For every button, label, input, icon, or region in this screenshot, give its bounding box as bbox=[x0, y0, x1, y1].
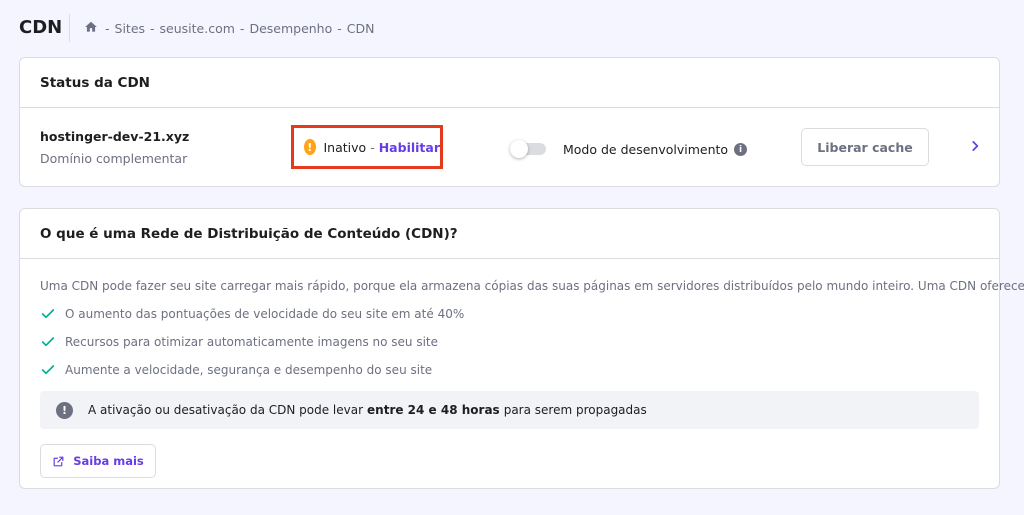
notice-duration: entre 24 e 48 horas bbox=[367, 403, 500, 417]
cdn-info-body: Uma CDN pode fazer seu site carregar mai… bbox=[20, 279, 1024, 478]
dev-mode-text: Modo de desenvolvimento bbox=[563, 142, 729, 157]
cdn-status-card: Status da CDN hostinger-dev-21.xyz Domín… bbox=[19, 57, 1000, 187]
benefit-text: Aumente a velocidade, segurança e desemp… bbox=[65, 363, 433, 377]
cdn-info-card: O que é uma Rede de Distribuição de Cont… bbox=[19, 208, 1024, 489]
notice-text-end: para serem propagadas bbox=[503, 403, 647, 417]
domain-name: hostinger-dev-21.xyz bbox=[40, 129, 190, 144]
list-item: O aumento das pontuações de velocidade d… bbox=[40, 300, 979, 328]
exclamation-icon: ! bbox=[56, 401, 73, 419]
cdn-status-indicator: ! Inativo - Habilitar bbox=[291, 125, 443, 169]
header-divider bbox=[69, 14, 70, 42]
breadcrumb-separator: - bbox=[150, 21, 155, 36]
learn-more-button[interactable]: Saiba mais bbox=[40, 444, 156, 478]
benefits-list: O aumento das pontuações de velocidade d… bbox=[40, 300, 979, 384]
list-item: Recursos para otimizar automaticamente i… bbox=[40, 328, 979, 356]
status-separator: - bbox=[370, 139, 375, 155]
breadcrumb-separator: - bbox=[105, 21, 110, 36]
breadcrumb-site[interactable]: seusite.com bbox=[160, 21, 235, 36]
enable-cdn-link[interactable]: Habilitar bbox=[379, 140, 440, 155]
cdn-status-title: Status da CDN bbox=[20, 58, 999, 108]
cdn-intro-text: Uma CDN pode fazer seu site carregar mai… bbox=[40, 279, 1024, 293]
home-icon[interactable] bbox=[84, 20, 100, 37]
dev-mode-toggle[interactable] bbox=[510, 140, 546, 158]
benefit-text: Recursos para otimizar automaticamente i… bbox=[65, 335, 439, 349]
breadcrumb-current: CDN bbox=[346, 21, 375, 36]
status-text: Inativo bbox=[323, 139, 367, 155]
external-link-icon bbox=[53, 456, 64, 466]
check-icon bbox=[41, 309, 55, 319]
cdn-info-title: O que é uma Rede de Distribuição de Cont… bbox=[20, 209, 999, 259]
warning-icon: ! bbox=[304, 139, 316, 155]
info-icon[interactable]: i bbox=[734, 143, 748, 156]
purge-cache-button[interactable]: Liberar cache bbox=[801, 128, 929, 166]
breadcrumb-performance[interactable]: Desempenho bbox=[249, 21, 332, 36]
propagation-notice: ! A ativação ou desativação da CDN pode … bbox=[40, 391, 979, 429]
breadcrumb: - Sites - seusite.com - Desempenho - CDN bbox=[84, 20, 374, 37]
dev-mode-label: Modo de desenvolvimento i bbox=[563, 142, 748, 157]
benefit-text: O aumento das pontuações de velocidade d… bbox=[65, 307, 465, 321]
breadcrumb-separator: - bbox=[239, 21, 245, 36]
check-icon bbox=[41, 365, 55, 375]
breadcrumb-separator: - bbox=[337, 21, 342, 36]
page-header: CDN - Sites - seusite.com - Desempenho -… bbox=[0, 0, 1024, 56]
list-item: Aumente a velocidade, segurança e desemp… bbox=[40, 356, 979, 384]
toggle-knob bbox=[510, 140, 528, 158]
learn-more-label: Saiba mais bbox=[73, 454, 144, 468]
notice-text: A ativação ou desativação da CDN pode le… bbox=[88, 403, 364, 417]
page-title: CDN bbox=[19, 17, 63, 38]
domain-type: Domínio complementar bbox=[40, 151, 188, 166]
chevron-right-icon[interactable] bbox=[968, 139, 982, 153]
check-icon bbox=[41, 337, 55, 347]
breadcrumb-sites[interactable]: Sites bbox=[115, 21, 146, 36]
cdn-status-row: hostinger-dev-21.xyz Domínio complementa… bbox=[20, 108, 999, 187]
